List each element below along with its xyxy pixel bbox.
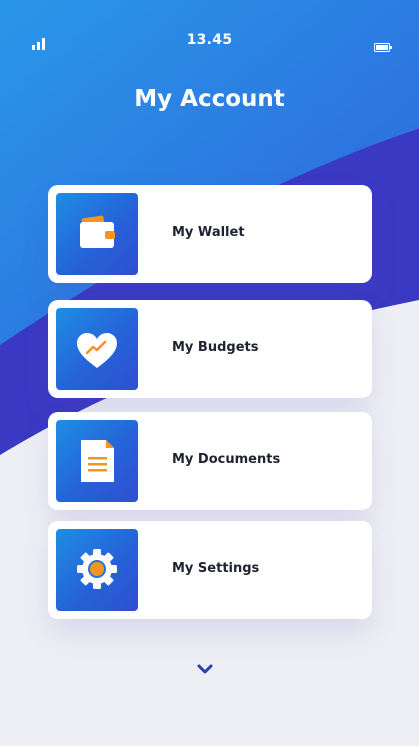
menu-item-label: My Settings — [172, 561, 260, 576]
menu-item-wallet[interactable]: My Wallet — [48, 185, 372, 283]
status-bar: 13.45 — [0, 30, 419, 54]
menu-item-icon-tile — [56, 308, 138, 390]
battery-icon — [374, 37, 392, 56]
menu-item-label: My Budgets — [172, 340, 259, 355]
status-time: 13.45 — [186, 32, 233, 48]
chevron-down-icon[interactable] — [197, 660, 213, 674]
phone-screen: 13.45 My Account My Wallet My Budgets My… — [0, 0, 419, 746]
menu-item-icon-tile — [56, 420, 138, 502]
menu-item-documents[interactable]: My Documents — [48, 412, 372, 510]
menu-item-label: My Wallet — [172, 225, 245, 240]
menu-item-budgets[interactable]: My Budgets — [48, 300, 372, 398]
menu-item-icon-tile — [56, 193, 138, 275]
menu-item-label: My Documents — [172, 452, 281, 467]
menu-item-settings[interactable]: My Settings — [48, 521, 372, 619]
page-title: My Account — [134, 86, 285, 112]
menu-item-icon-tile — [56, 529, 138, 611]
